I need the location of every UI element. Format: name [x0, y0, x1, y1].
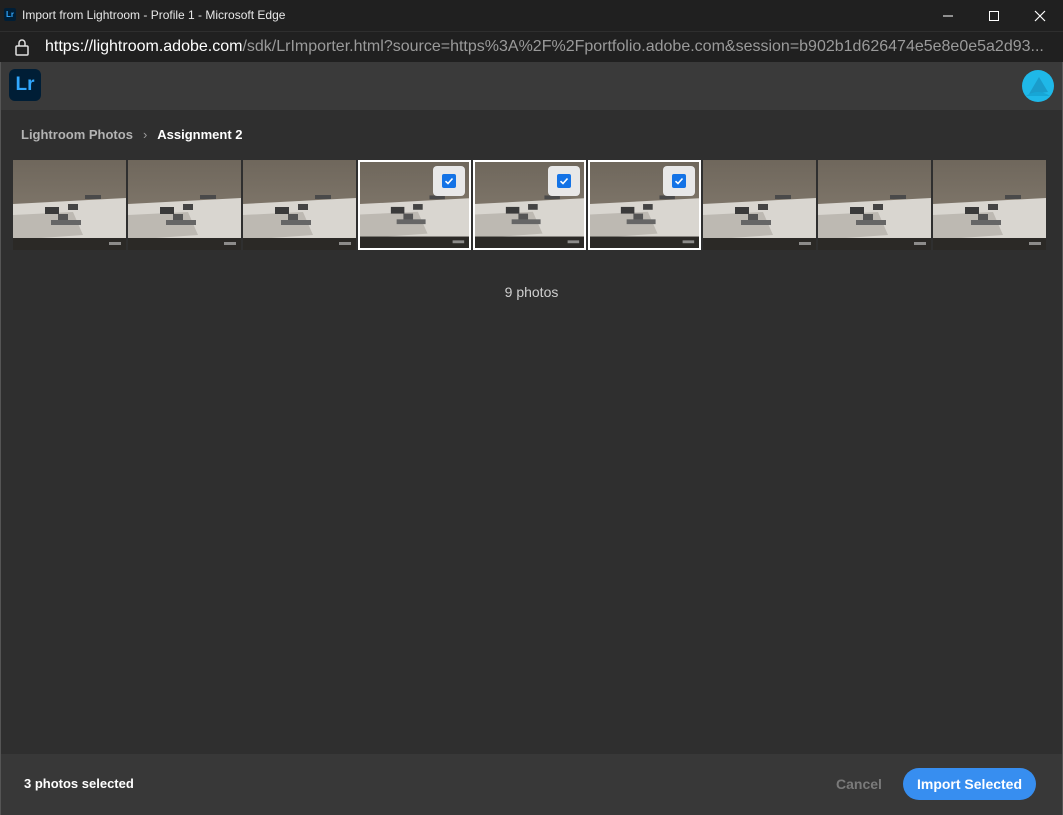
url-text[interactable]: https://lightroom.adobe.com/sdk/LrImport… [45, 38, 1045, 56]
photo-thumbnail-image [128, 160, 241, 250]
checkmark-icon [557, 174, 571, 188]
photo-checkbox[interactable] [433, 166, 465, 196]
checkmark-icon [672, 174, 686, 188]
chevron-right-icon: › [142, 127, 148, 142]
minimize-icon [943, 15, 953, 16]
photo-thumbnail[interactable] [358, 160, 471, 250]
photo-thumbnail-image [243, 160, 356, 250]
photo-checkbox[interactable] [663, 166, 695, 196]
photo-checkbox[interactable] [548, 166, 580, 196]
footer: 3 photos selected Cancel Import Selected [1, 754, 1062, 815]
photo-thumbnail[interactable] [13, 160, 126, 250]
photo-strip [13, 160, 1046, 250]
photo-thumbnail-image [818, 160, 931, 250]
cancel-button[interactable]: Cancel [836, 776, 882, 792]
maximize-button[interactable] [971, 0, 1017, 31]
photo-thumbnail[interactable] [703, 160, 816, 250]
breadcrumb-lightroom-photos[interactable]: Lightroom Photos [21, 127, 133, 142]
address-bar[interactable]: https://lightroom.adobe.com/sdk/LrImport… [0, 31, 1063, 62]
lightroom-logo: Lr [9, 69, 41, 101]
close-window-button[interactable] [1017, 0, 1063, 31]
photo-thumbnail[interactable] [818, 160, 931, 250]
url-path: /sdk/LrImporter.html?source=https%3A%2F%… [242, 38, 1044, 55]
avatar[interactable] [1022, 70, 1054, 102]
photo-thumbnail[interactable] [588, 160, 701, 250]
window-titlebar: Lr Import from Lightroom - Profile 1 - M… [0, 0, 1063, 31]
close-icon [1034, 10, 1046, 21]
photo-thumbnail-image [703, 160, 816, 250]
photo-thumbnail[interactable] [933, 160, 1046, 250]
lock-icon [15, 39, 29, 56]
import-selected-button[interactable]: Import Selected [903, 768, 1036, 800]
window-title: Import from Lightroom - Profile 1 - Micr… [22, 8, 286, 22]
photo-thumbnail[interactable] [473, 160, 586, 250]
photo-thumbnail[interactable] [128, 160, 241, 250]
maximize-icon [989, 10, 999, 21]
selected-count-text: 3 photos selected [24, 776, 134, 791]
breadcrumb-current-album: Assignment 2 [157, 127, 243, 142]
checkmark-icon [442, 174, 456, 188]
photo-thumbnail[interactable] [243, 160, 356, 250]
breadcrumb: Lightroom Photos › Assignment 2 [21, 127, 243, 142]
photo-count: 9 photos [504, 284, 559, 300]
minimize-button[interactable] [925, 0, 971, 31]
url-host: https://lightroom.adobe.com [45, 38, 243, 55]
lightroom-header: Lr [1, 62, 1062, 110]
photo-thumbnail-image [933, 160, 1046, 250]
lightroom-app-icon: Lr [4, 8, 16, 21]
photo-browser: Lightroom Photos › Assignment 2 9 photos [1, 110, 1062, 754]
photo-thumbnail-image [13, 160, 126, 250]
